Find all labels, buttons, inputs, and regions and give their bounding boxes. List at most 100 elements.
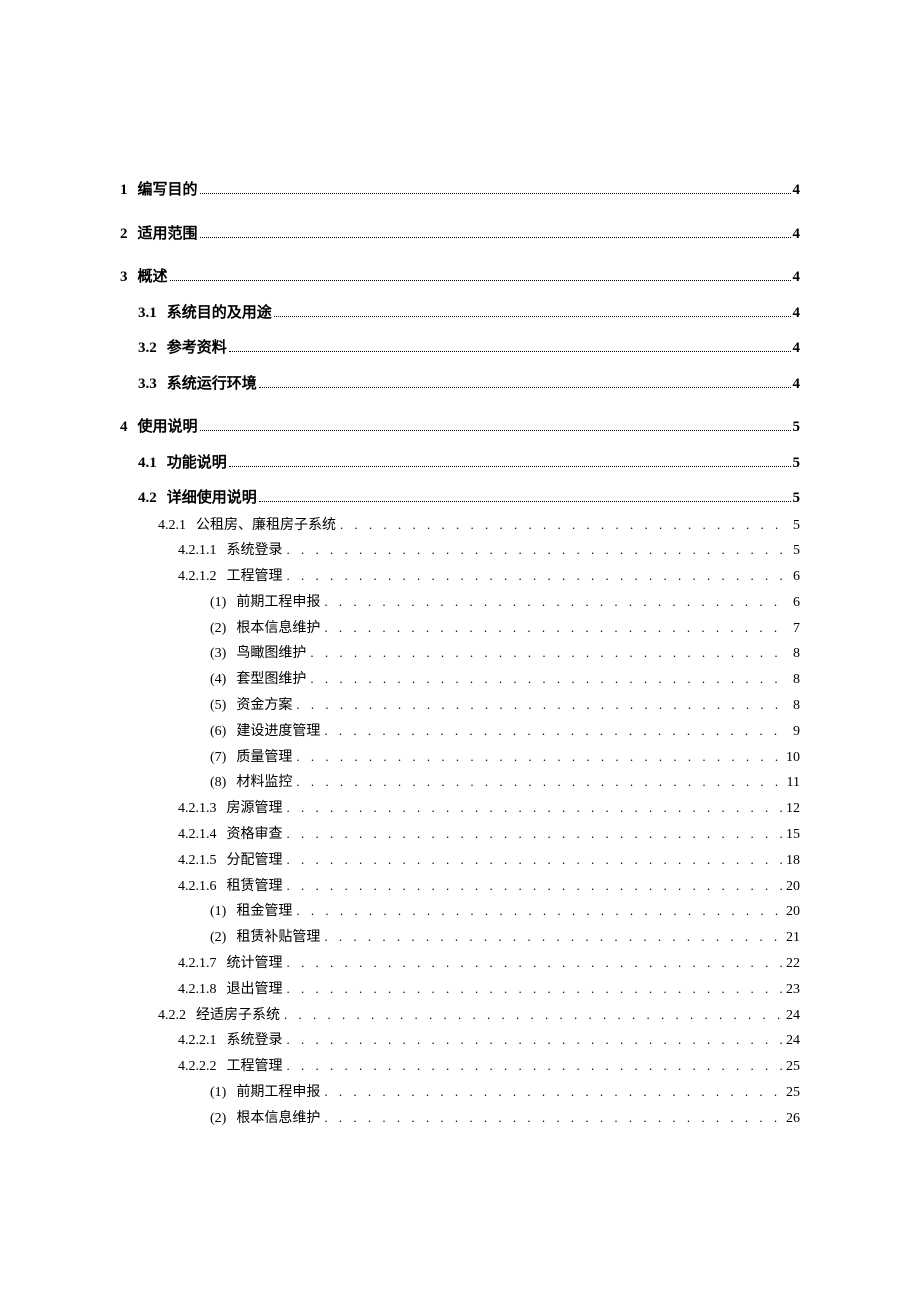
toc-entry[interactable]: 4.2.1.3房源管理. . . . . . . . . . . . . . .…	[178, 797, 800, 821]
toc-entry[interactable]: 3概述4	[120, 265, 800, 291]
toc-leader-dots: . . . . . . . . . . . . . . . . . . . . …	[296, 900, 782, 922]
toc-entry[interactable]: (1)前期工程申报. . . . . . . . . . . . . . . .…	[210, 591, 800, 615]
toc-entry-title: 概述	[138, 269, 168, 285]
toc-entry[interactable]: 4.2.1.8退出管理. . . . . . . . . . . . . . .…	[178, 978, 800, 1002]
toc-entry-label: 4.2详细使用说明	[138, 486, 257, 512]
toc-entry[interactable]: (5)资金方案. . . . . . . . . . . . . . . . .…	[210, 694, 800, 718]
toc-entry[interactable]: 3.3系统运行环境4	[138, 372, 800, 398]
toc-leader-dots: . . . . . . . . . . . . . . . . . . . . …	[324, 1107, 782, 1129]
toc-entry-title: 工程管理	[227, 1059, 283, 1074]
toc-entry[interactable]: (6)建设进度管理. . . . . . . . . . . . . . . .…	[210, 720, 800, 744]
toc-entry[interactable]: 4.2.2.1系统登录. . . . . . . . . . . . . . .…	[178, 1029, 800, 1053]
toc-entry[interactable]: 4.2.2.2工程管理. . . . . . . . . . . . . . .…	[178, 1055, 800, 1079]
toc-leader-dots: . . . . . . . . . . . . . . . . . . . . …	[296, 694, 789, 716]
toc-entry-number: 4.2.1.1	[178, 543, 217, 558]
toc-entry-number: (1)	[210, 595, 226, 610]
toc-entry[interactable]: (7)质量管理. . . . . . . . . . . . . . . . .…	[210, 746, 800, 770]
toc-entry[interactable]: 4.2.2经适房子系统. . . . . . . . . . . . . . .…	[158, 1004, 800, 1028]
toc-entry-page: 21	[786, 926, 800, 950]
toc-entry-page: 25	[786, 1055, 800, 1079]
toc-entry[interactable]: (2)根本信息维护. . . . . . . . . . . . . . . .…	[210, 1107, 800, 1131]
toc-entry-page: 4	[793, 336, 801, 362]
toc-entry-page: 4	[793, 372, 801, 398]
toc-leader-dots: . . . . . . . . . . . . . . . . . . . . …	[287, 565, 790, 587]
toc-entry-number: 3	[120, 269, 128, 285]
toc-entry-label: (2)根本信息维护	[210, 1107, 320, 1131]
toc-entry-label: (1)前期工程申报	[210, 591, 320, 615]
toc-entry-title: 分配管理	[227, 853, 283, 868]
toc-entry[interactable]: 2适用范围4	[120, 222, 800, 248]
toc-entry-label: (2)根本信息维护	[210, 617, 320, 641]
toc-entry-label: 4.2.1公租房、廉租房子系统	[158, 514, 336, 538]
toc-entry[interactable]: 4.2.1.4资格审查. . . . . . . . . . . . . . .…	[178, 823, 800, 847]
toc-entry-title: 参考资料	[167, 340, 227, 356]
toc-entry-label: 3 概述	[120, 265, 168, 291]
toc-entry-label: (6)建设进度管理	[210, 720, 320, 744]
toc-entry[interactable]: (2)根本信息维护. . . . . . . . . . . . . . . .…	[210, 617, 800, 641]
toc-entry-page: 6	[793, 565, 800, 589]
toc-entry[interactable]: 4.2.1.1系统登录. . . . . . . . . . . . . . .…	[178, 539, 800, 563]
toc-entry[interactable]: (2)租赁补贴管理. . . . . . . . . . . . . . . .…	[210, 926, 800, 950]
toc-leader-dots: . . . . . . . . . . . . . . . . . . . . …	[287, 952, 783, 974]
toc-entry-page: 4	[793, 178, 801, 204]
toc-entry-title: 根本信息维护	[236, 621, 320, 636]
toc-entry[interactable]: 3.1系统目的及用途4	[138, 301, 800, 327]
toc-leader-dots: . . . . . . . . . . . . . . . . . . . . …	[310, 642, 789, 664]
toc-entry-title: 功能说明	[167, 455, 227, 471]
toc-entry-page: 12	[786, 797, 800, 821]
toc-entry-title: 租金管理	[236, 904, 292, 919]
toc-entry-number: 4.2.1.6	[178, 879, 217, 894]
toc-entry[interactable]: 4.2.1.7统计管理. . . . . . . . . . . . . . .…	[178, 952, 800, 976]
toc-entry[interactable]: 3.2 参考资料 4	[138, 336, 800, 362]
toc-entry[interactable]: 4.2.1.2工程管理. . . . . . . . . . . . . . .…	[178, 565, 800, 589]
toc-entry-title: 房源管理	[227, 801, 283, 816]
toc-entry-number: (7)	[210, 750, 226, 765]
toc-entry-label: 4.2.1.4资格审查	[178, 823, 283, 847]
toc-entry-label: (7) 质量管理	[210, 746, 292, 770]
toc-entry[interactable]: 4使用说明5	[120, 415, 800, 441]
toc-entry-title: 质量管理	[236, 750, 292, 765]
toc-entry-number: 4.2.1.2	[178, 569, 217, 584]
toc-entry-title: 资格审查	[227, 827, 283, 842]
toc-leader-line	[259, 501, 791, 502]
toc-entry-page: 6	[793, 591, 800, 615]
toc-entry-number: (6)	[210, 724, 226, 739]
toc-entry-label: 4.2.1.7统计管理	[178, 952, 283, 976]
toc-entry[interactable]: 4.2.1公租房、廉租房子系统. . . . . . . . . . . . .…	[158, 514, 800, 538]
toc-entry-number: (8)	[210, 775, 226, 790]
toc-entry-title: 前期工程申报	[236, 1085, 320, 1100]
toc-leader-dots: . . . . . . . . . . . . . . . . . . . . …	[287, 823, 783, 845]
toc-entry-number: 4.1	[138, 455, 157, 471]
toc-leader-line	[274, 316, 791, 317]
toc-entry-number: (4)	[210, 672, 226, 687]
toc-entry[interactable]: 4.2详细使用说明5	[138, 486, 800, 512]
toc-entry[interactable]: (1)前期工程申报. . . . . . . . . . . . . . . .…	[210, 1081, 800, 1105]
toc-entry[interactable]: 4.2.1.5分配管理. . . . . . . . . . . . . . .…	[178, 849, 800, 873]
toc-entry-title: 套型图维护	[236, 672, 306, 687]
toc-entry-title: 经适房子系统	[196, 1008, 280, 1023]
toc-entry-title: 使用说明	[138, 419, 198, 435]
toc-entry-label: (4) 套型图维护	[210, 668, 306, 692]
toc-entry-number: 4.2	[138, 490, 157, 506]
toc-entry[interactable]: 4.2.1.6租赁管理. . . . . . . . . . . . . . .…	[178, 875, 800, 899]
toc-entry-number: 3.2	[138, 340, 157, 356]
toc-entry-label: 4.2.2.1系统登录	[178, 1029, 283, 1053]
toc-entry[interactable]: (8)材料监控. . . . . . . . . . . . . . . . .…	[210, 771, 800, 795]
toc-leader-dots: . . . . . . . . . . . . . . . . . . . . …	[296, 771, 782, 793]
toc-entry-label: 4.2.1.1 系统登录	[178, 539, 283, 563]
toc-entry[interactable]: (4)套型图维护. . . . . . . . . . . . . . . . …	[210, 668, 800, 692]
toc-entry-page: 10	[786, 746, 800, 770]
toc-entry-number: (1)	[210, 904, 226, 919]
toc-entry-label: 2适用范围	[120, 222, 198, 248]
toc-leader-line	[229, 351, 791, 352]
toc-entry[interactable]: 4.1功能说明5	[138, 451, 800, 477]
toc-entry-label: 3.2 参考资料	[138, 336, 227, 362]
toc-entry-page: 5	[793, 539, 800, 563]
toc-leader-dots: . . . . . . . . . . . . . . . . . . . . …	[287, 1055, 783, 1077]
toc-entry[interactable]: (1) 租金管理 . . . . . . . . . . . . . . . . .…	[210, 900, 800, 924]
toc-entry[interactable]: (3)鸟瞰图维护. . . . . . . . . . . . . . . . …	[210, 642, 800, 666]
toc-entry-title: 编写目的	[138, 182, 198, 198]
toc-entry-title: 系统登录	[227, 543, 283, 558]
toc-entry[interactable]: 1编写目的4	[120, 178, 800, 204]
toc-leader-line	[200, 193, 791, 194]
